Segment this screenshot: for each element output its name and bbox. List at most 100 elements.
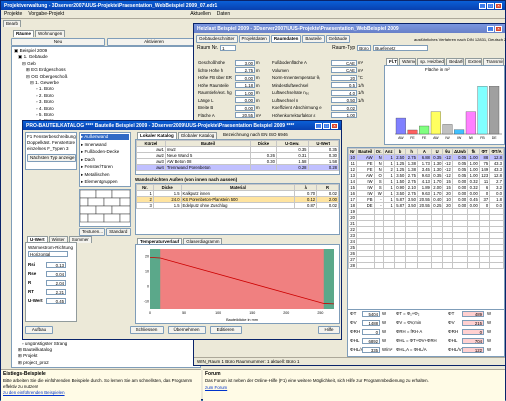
grid-cell[interactable]: 1.30 [430,166,444,173]
table-row[interactable]: 28 [348,262,504,269]
grid-cell[interactable]: 0.90 [393,184,407,191]
side-value[interactable]: 0.04 [46,270,66,277]
grid-cell[interactable]: 0.32 [467,178,480,185]
tab-transmis[interactable]: Transmis. [483,58,505,65]
toolbar-bauteile[interactable]: Bauteile [302,35,325,43]
category-item[interactable]: ▸ Elementgruppen [81,179,118,185]
aufbau-button[interactable]: Aufbau [25,326,53,334]
raum-nr-input[interactable]: 1 [220,45,237,51]
direction-select[interactable]: Horizontal [28,251,68,257]
grid-cell[interactable]: 1.00 [467,154,480,161]
tab-waerme[interactable]: Wärme [399,58,417,65]
activate-button[interactable]: Aktivieren [107,38,201,46]
grid-cell[interactable] [451,262,469,269]
grid-cell[interactable]: 1.70 [430,178,444,185]
field-input[interactable]: 20 [331,74,357,81]
field-input[interactable]: 1.00 [331,112,357,119]
left-item[interactable]: einzelnes F_Typen 3 [27,146,69,151]
grid-cell[interactable]: 2.75 [405,172,418,179]
layer-cell[interactable]: 3 [136,202,154,209]
katalog-close-button[interactable]: × [331,122,338,129]
field-input[interactable]: 0.00 [235,97,255,104]
menu-daten[interactable]: Daten [217,11,230,17]
field-input[interactable]: 0.00 [235,104,255,111]
next-type-button[interactable]: Nächsten Typ anzeige [27,154,76,162]
grid-cell[interactable] [489,262,504,269]
tab-global[interactable]: Globaler Katalog [177,132,218,139]
grid-cell[interactable]: 2.50 [393,154,407,161]
grid-cell[interactable]: 3.50 [393,190,407,197]
grid-cell[interactable]: -12 [442,172,453,179]
field-input[interactable]: 0.5 [331,82,357,89]
new-button[interactable]: Neu [11,38,105,46]
grid-cell[interactable]: 3.50 [405,196,418,203]
grid-cell[interactable]: -12 [442,160,453,167]
category-item[interactable]: ▸ Außenwand [81,134,129,140]
menu-aktuellen[interactable]: Aktuellen [190,11,211,17]
grid-cell[interactable]: 1.70 [430,190,444,197]
grid-cell[interactable] [382,262,395,269]
list-cell[interactable]: 0.28 [275,164,309,171]
grid-header-cell[interactable]: ΦT/A [489,148,504,155]
list-cell[interactable] [250,164,277,171]
grid-cell[interactable] [393,262,407,269]
field-input[interactable]: 0.00 [235,74,255,81]
grid-cell[interactable] [416,262,432,269]
grid-cell[interactable]: 2.75 [405,154,418,161]
grid-cell[interactable]: 0.00 [467,190,480,197]
grid-cell[interactable]: 2.10 [405,184,418,191]
side-value[interactable]: 2.04 [46,279,66,286]
schliessen-button[interactable]: Schliessen [129,326,164,334]
examples-link[interactable]: zu den einführenden Beispielen [1,389,201,396]
grid-cell[interactable]: 1.38 [405,160,418,167]
grid-cell[interactable]: 2.75 [405,190,418,197]
grid-cell[interactable]: 5.87 [393,202,407,209]
toolbar-gebaeude[interactable]: Gebäude [325,35,351,43]
grid-cell[interactable]: 3.50 [393,172,407,179]
grid-cell[interactable]: 1.50 [393,178,407,185]
field-input[interactable]: 3.00 [235,59,255,66]
grid-cell[interactable]: 1.00 [467,166,480,173]
bezeichnung-input[interactable]: Buefenetz [373,45,429,51]
table-row[interactable]: 13 AW O 1 3.50 2.75 9.63 0.35 -12 0.05 1.00 123 12.8 [348,172,504,179]
field-input[interactable]: 2.75 [235,67,255,74]
grid-cell[interactable] [355,262,375,269]
grid-cell[interactable] [430,262,444,269]
tree-item[interactable]: ⊞ project_pro2 [14,360,67,366]
grid-header-cell[interactable]: ΔUwb [451,148,469,155]
menu-projekte[interactable]: Projekte [4,11,22,17]
toolbar-raumdaten[interactable]: Raumdaten [270,35,302,43]
layer-row[interactable]: 3 1.5 Edelputz ohne Zuschlag 0.87 0.02 [136,202,339,209]
category-item[interactable]: ▸ Fenster/Türen [81,164,113,170]
standard-button[interactable]: Standard [105,228,131,236]
grid-cell[interactable]: 2.00 [430,184,444,191]
grid-header-cell[interactable]: Bauteil [355,148,375,155]
grid-cell[interactable] [405,262,418,269]
grid-cell[interactable]: 1.25 [393,160,407,167]
table-row[interactable]: 12 FE N 2 1.25 1.38 3.45 1.30 -12 0.05 1.00 149 43.3 [348,166,504,173]
tab-extrem[interactable]: Extrem [465,58,483,65]
grid-cell[interactable]: 0.00 [467,202,480,209]
category-item[interactable]: ▸ Dach [81,157,95,163]
tab-raeume[interactable]: Räume [13,30,35,37]
katalog-maximize-button[interactable]: □ [323,122,330,129]
maximize-button[interactable]: □ [487,2,494,9]
katalog-minimize-button[interactable]: _ [315,122,322,129]
left-item[interactable]: F1 Fensterbeschreibung [27,134,76,139]
field-input[interactable]: 1.00 [235,89,255,96]
list-cell[interactable]: Trennwand Porenbeton [164,164,252,171]
grid-cell[interactable]: 20.55 [416,202,432,209]
grid-cell[interactable]: 3.50 [405,202,418,209]
close-button[interactable]: × [495,2,502,9]
category-item[interactable]: ▸ Fußboden-Decke [81,149,119,155]
toolbar-projektdaten[interactable]: Projektdaten [238,35,270,43]
uebernehmen-button[interactable]: Übernehmen [167,326,206,334]
grid-cell[interactable]: 0.40 [430,196,444,203]
grid-cell[interactable]: 0.35 [430,172,444,179]
grid-cell[interactable] [373,262,384,269]
room-minimize-button[interactable]: _ [487,25,494,32]
left-item[interactable]: Doppelkäst. Fenstertüre [27,140,75,145]
layer-cell[interactable]: 0.02 [316,202,339,209]
list-cell[interactable]: 0.28 [307,164,339,171]
grid-cell[interactable] [442,262,453,269]
